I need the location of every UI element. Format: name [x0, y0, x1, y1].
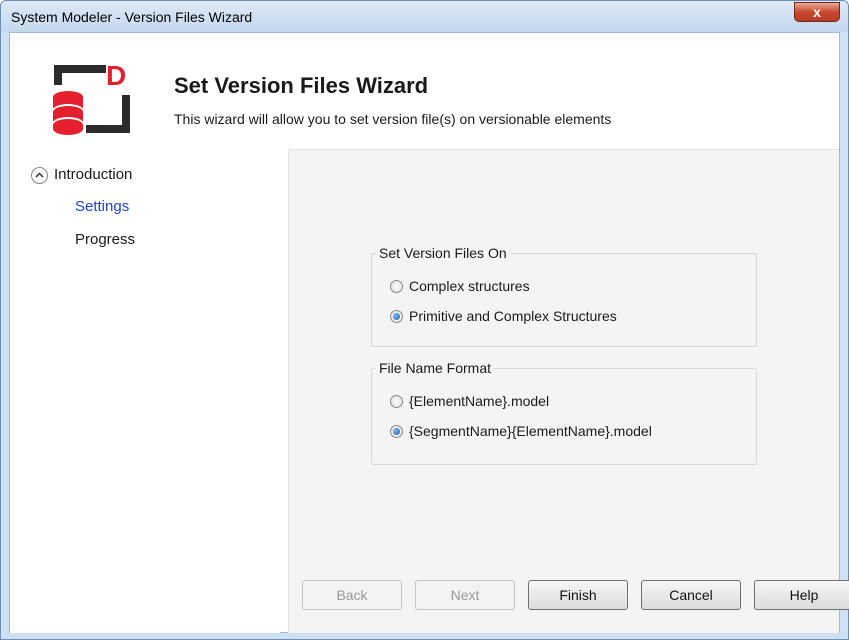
file-name-format-group: File Name Format {ElementName}.model {Se…	[371, 360, 757, 465]
close-button[interactable]: x	[794, 2, 840, 22]
file-name-format-legend: File Name Format	[376, 360, 495, 376]
version-files-on-legend: Set Version Files On	[376, 245, 510, 261]
radio-label: {ElementName}.model	[409, 393, 550, 409]
wizard-header: D Set Version Files Wizard This wizard w…	[10, 33, 839, 149]
radio-button-icon[interactable]	[390, 279, 403, 293]
radio-button-selected-icon[interactable]	[390, 309, 403, 323]
title-bar[interactable]: System Modeler - Version Files Wizard x	[1, 1, 848, 32]
logo-letter: D	[106, 60, 126, 91]
radio-label: Complex structures	[409, 278, 530, 294]
close-icon: x	[813, 4, 821, 20]
radio-complex-structures[interactable]: Complex structures	[390, 278, 530, 294]
nav-item-progress[interactable]: Progress	[75, 231, 135, 248]
window-title: System Modeler - Version Files Wizard	[11, 9, 253, 25]
nav-item-introduction[interactable]: Introduction	[54, 166, 132, 183]
wizard-logo-icon: D	[53, 60, 130, 135]
nav-item-settings[interactable]: Settings	[75, 198, 129, 215]
radio-segment-element-name-format[interactable]: {SegmentName}{ElementName}.model	[390, 423, 652, 439]
wizard-steps-nav: Introduction Settings Progress	[10, 149, 280, 633]
wizard-description: This wizard will allow you to set versio…	[174, 111, 612, 127]
settings-panel: Set Version Files On Complex structures …	[288, 149, 849, 633]
help-button[interactable]: Help	[754, 580, 849, 610]
radio-element-name-format[interactable]: {ElementName}.model	[390, 393, 549, 409]
wizard-window: System Modeler - Version Files Wizard x …	[0, 0, 849, 640]
collapse-icon[interactable]	[31, 167, 48, 184]
radio-button-selected-icon[interactable]	[390, 424, 403, 438]
radio-label: {SegmentName}{ElementName}.model	[409, 423, 652, 439]
cancel-button[interactable]: Cancel	[641, 580, 741, 610]
back-button[interactable]: Back	[302, 580, 402, 610]
wizard-client-area: D Set Version Files Wizard This wizard w…	[9, 32, 849, 633]
next-button[interactable]: Next	[415, 580, 515, 610]
radio-button-icon[interactable]	[390, 394, 403, 408]
version-files-on-group: Set Version Files On Complex structures …	[371, 245, 757, 347]
finish-button[interactable]: Finish	[528, 580, 628, 610]
chevron-up-icon	[35, 172, 44, 178]
wizard-title: Set Version Files Wizard	[174, 73, 429, 98]
radio-primitive-and-complex[interactable]: Primitive and Complex Structures	[390, 308, 617, 324]
radio-label: Primitive and Complex Structures	[409, 308, 617, 324]
